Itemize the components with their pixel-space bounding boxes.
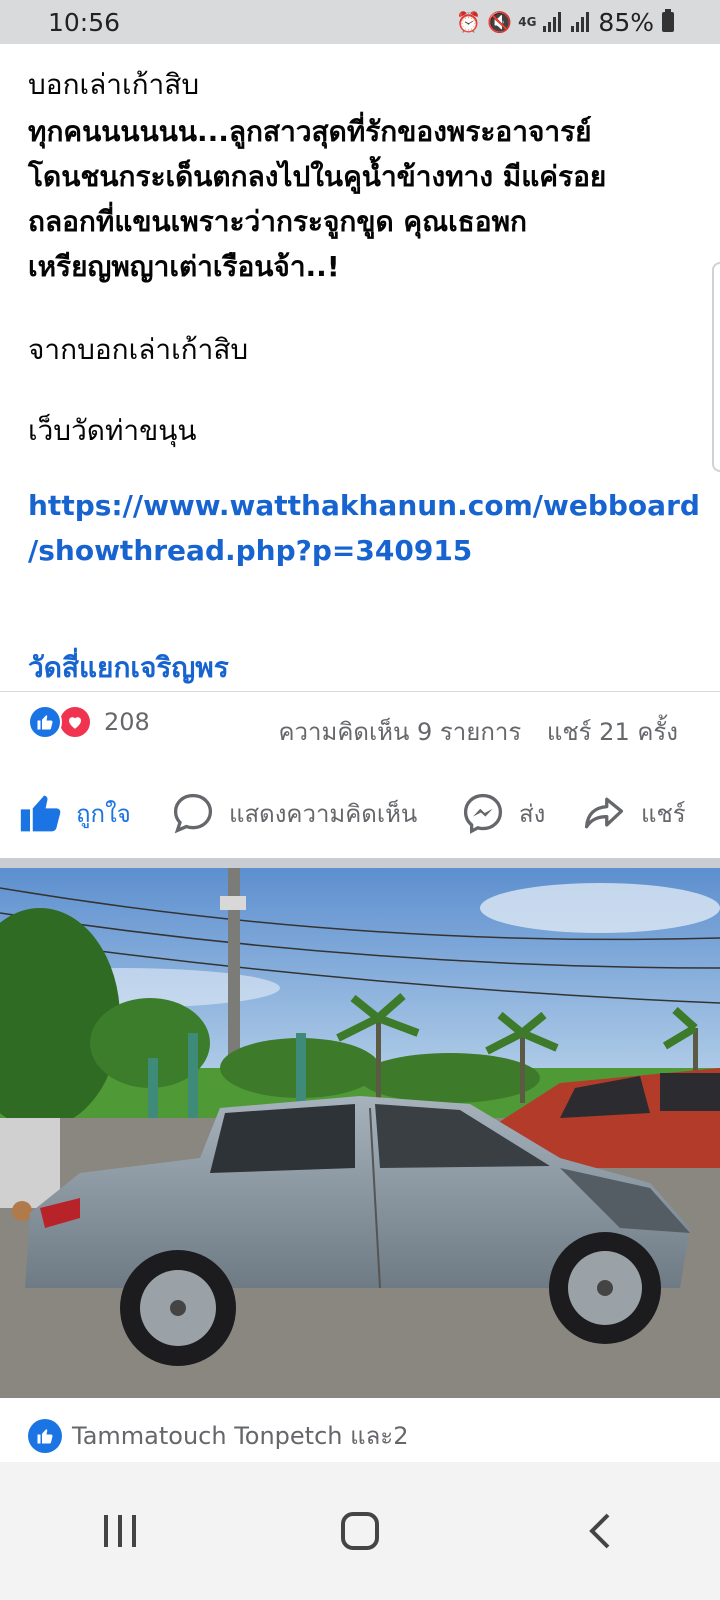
post-line: บอกเล่าเก้าสิบ — [28, 68, 200, 101]
comment-bubble-icon — [173, 793, 213, 834]
network-type-icon: 4G — [518, 15, 537, 29]
reaction-count: 208 — [104, 708, 150, 736]
share-arrow-icon — [584, 797, 624, 829]
post-url[interactable]: https://www.watthakhanun.com/webboard /s… — [28, 483, 700, 573]
battery-percent: 85% — [598, 7, 654, 37]
post-source: จากบอกเล่าเก้าสิบ — [28, 333, 249, 366]
system-nav-bar — [0, 1462, 720, 1600]
status-time: 10:56 — [48, 7, 121, 37]
messenger-icon — [463, 793, 503, 834]
post-url-line1[interactable]: https://www.watthakhanun.com/webboard — [28, 483, 700, 528]
car-photo-illustration — [0, 868, 720, 1398]
reaction-summary[interactable]: 208 — [28, 705, 150, 739]
alarm-icon: ⏰ — [456, 10, 482, 34]
divider — [0, 691, 720, 692]
post-photo[interactable] — [0, 868, 720, 1398]
comment-label: แสดงความคิดเห็น — [229, 799, 418, 828]
comment-count[interactable]: ความคิดเห็น 9 รายการ — [278, 718, 521, 746]
post-line: เหรียญพญาเต่าเรือนจ้า..! — [28, 250, 340, 283]
share-button[interactable]: แชร์ — [581, 791, 686, 835]
like-reaction-icon — [28, 1418, 62, 1453]
post-line: ทุกคนนนนนน...ลูกสาวสุดที่รักของพระอาจารย… — [28, 115, 592, 148]
signal-icon-2 — [571, 12, 590, 32]
scroll-handle[interactable] — [712, 262, 720, 472]
like-label: ถูกใจ — [76, 799, 131, 828]
mute-icon: 🔇 — [487, 10, 513, 34]
home-icon — [341, 1512, 379, 1550]
action-bar: ถูกใจ แสดงความคิดเห็น ส่ง แชร์ — [18, 785, 698, 841]
post-url-line2[interactable]: /showthread.php?p=340915 — [28, 528, 698, 573]
share-count[interactable]: แชร์ 21 ครั้ง — [547, 718, 678, 746]
recent-apps-button[interactable] — [80, 1491, 160, 1571]
status-icons: ⏰ 🔇 4G 85% — [456, 8, 674, 37]
comment-button[interactable]: แสดงความคิดเห็น — [171, 791, 461, 835]
battery-icon — [662, 9, 674, 32]
like-button[interactable]: ถูกใจ — [18, 791, 143, 835]
post-line: โดนชนกระเด็นตกลงไปในคูน้ำข้างทาง มีแค่รอ… — [28, 160, 607, 193]
like-reaction-icon — [28, 705, 62, 739]
recent-apps-icon — [104, 1515, 136, 1547]
back-icon — [589, 1513, 610, 1549]
photo-liked-by[interactable]: Tammatouch Tonpetch และ2 — [28, 1416, 408, 1455]
liked-by-text: Tammatouch Tonpetch และ2 — [72, 1422, 409, 1450]
home-button[interactable] — [320, 1491, 400, 1571]
send-label: ส่ง — [519, 799, 546, 828]
group-name-link[interactable]: วัดสี่แยกเจริญพร — [28, 646, 229, 690]
status-bar: 10:56 ⏰ 🔇 4G 85% — [0, 0, 720, 44]
post-stats[interactable]: ความคิดเห็น 9 รายการ แชร์ 21 ครั้ง — [278, 712, 678, 751]
post-body: บอกเล่าเก้าสิบ ทุกคนนนนนน...ลูกสาวสุดที่… — [28, 62, 700, 573]
post-line: ถลอกที่แขนเพราะว่ากระจูกขูด คุณเธอพก — [28, 205, 527, 238]
send-button[interactable]: ส่ง — [461, 791, 581, 835]
signal-icon — [543, 12, 562, 32]
feed-separator — [0, 858, 720, 868]
back-button[interactable] — [560, 1491, 640, 1571]
thumbs-up-icon — [20, 795, 61, 832]
heart-icon — [58, 705, 92, 739]
share-label: แชร์ — [641, 799, 686, 828]
post-site: เว็บวัดท่าขนุน — [28, 414, 197, 447]
